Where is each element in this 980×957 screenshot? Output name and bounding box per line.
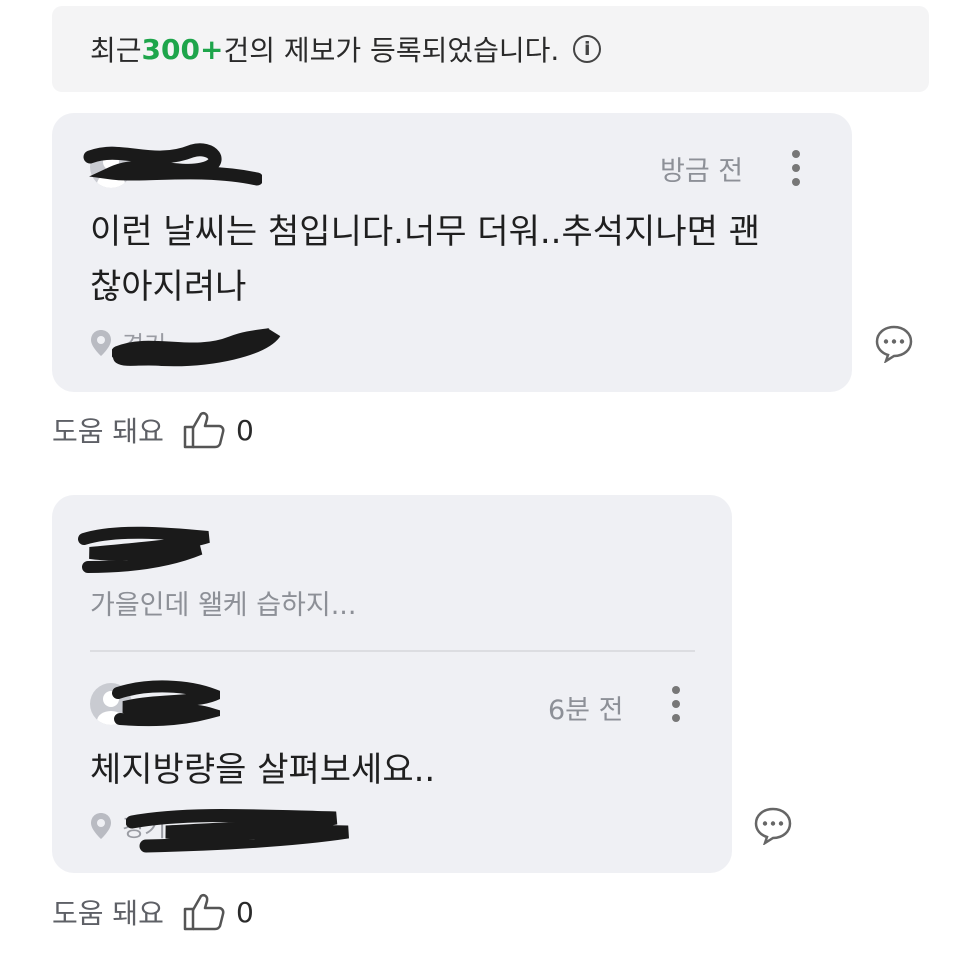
redacted-location bbox=[112, 327, 281, 367]
post-time: 방금 전 bbox=[660, 156, 744, 187]
notice-suffix: 건의 제보가 등록되었습니다. bbox=[223, 34, 560, 67]
reply-time: 6분 전 bbox=[548, 695, 624, 726]
helpful-button[interactable]: 도움 돼요 0 bbox=[52, 410, 254, 450]
redacted-username bbox=[112, 680, 220, 727]
helpful-label: 도움 돼요 bbox=[52, 897, 164, 930]
more-options-icon[interactable] bbox=[790, 150, 802, 192]
thumbs-up-icon bbox=[183, 411, 225, 449]
thread-divider bbox=[90, 650, 695, 652]
post-card: 방금 전 이런 날씨는 첨입니다.너무 더워..추석지나면 괜찮아지려나 경기 bbox=[52, 113, 852, 392]
helpful-button[interactable]: 도움 돼요 0 bbox=[52, 892, 254, 932]
notice-count: 300+ bbox=[141, 32, 224, 66]
reply-thread-card: 가을인데 왤케 습하지... 6분 전 체지방량을 살펴보세요.. 경기 bbox=[52, 495, 732, 873]
parent-post-preview[interactable]: 가을인데 왤케 습하지... bbox=[90, 583, 356, 622]
redacted-location bbox=[126, 809, 349, 853]
more-options-icon[interactable] bbox=[670, 686, 682, 728]
reply-body: 체지방량을 살펴보세요.. bbox=[90, 750, 436, 790]
helpful-count: 0 bbox=[235, 413, 254, 447]
info-circle-icon[interactable]: i bbox=[573, 35, 602, 63]
thumbs-up-icon bbox=[183, 893, 225, 931]
helpful-label: 도움 돼요 bbox=[52, 415, 164, 448]
location-pin-icon bbox=[91, 812, 111, 839]
redacted-parent-username bbox=[78, 526, 210, 573]
redacted-username bbox=[83, 143, 262, 186]
report-count-notice: 최근 300+ 건의 제보가 등록되었습니다. i bbox=[52, 6, 929, 92]
helpful-count: 0 bbox=[235, 895, 254, 929]
comment-icon[interactable] bbox=[874, 323, 914, 363]
notice-prefix: 최근 bbox=[90, 34, 142, 67]
post-body: 이런 날씨는 첨입니다.너무 더워..추석지나면 괜찮아지려나 bbox=[90, 212, 760, 307]
comment-icon[interactable] bbox=[753, 805, 793, 845]
location-pin-icon bbox=[91, 329, 111, 356]
